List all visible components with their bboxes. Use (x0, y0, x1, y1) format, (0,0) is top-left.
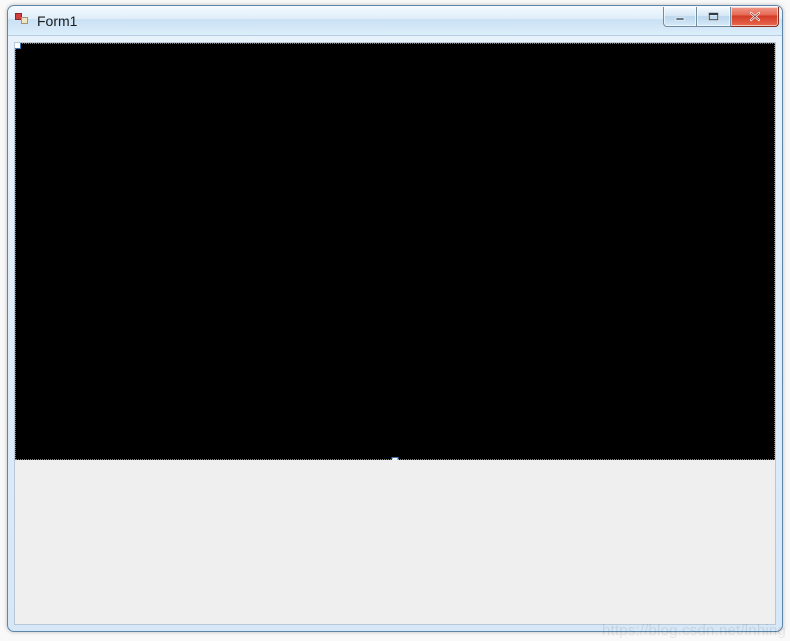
maximize-button[interactable] (697, 7, 731, 27)
close-icon (748, 11, 762, 22)
app-window: Form1 (7, 5, 783, 632)
minimize-button[interactable] (663, 7, 697, 27)
titlebar[interactable]: Form1 (8, 6, 782, 36)
window-controls (663, 6, 782, 35)
app-icon (15, 13, 31, 29)
designer-resize-handle-tl[interactable] (14, 42, 21, 49)
window-title: Form1 (37, 13, 77, 29)
minimize-icon (675, 13, 685, 21)
close-button[interactable] (731, 7, 779, 27)
panel-bottom[interactable] (15, 460, 775, 624)
form-designer-surface[interactable] (14, 42, 776, 625)
maximize-icon (708, 12, 719, 21)
panel-top[interactable] (15, 43, 775, 460)
